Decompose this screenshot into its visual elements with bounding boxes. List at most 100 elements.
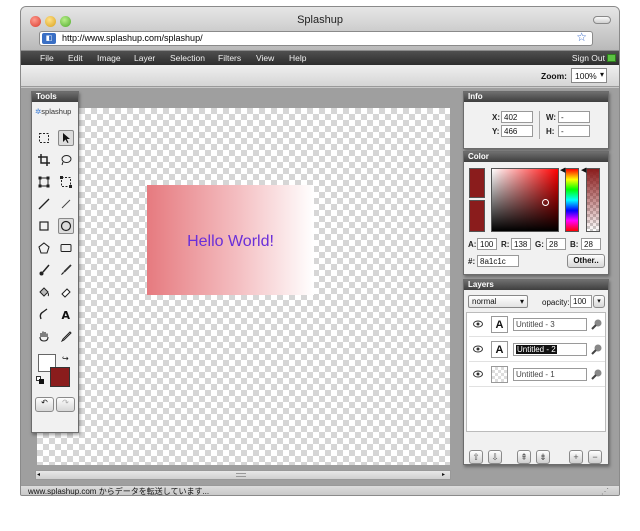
eyedropper-tool[interactable] <box>58 328 74 344</box>
selection-transform-tool[interactable] <box>58 174 74 190</box>
chevron-down-icon: ▾ <box>599 70 604 79</box>
redo-button[interactable]: ↷ <box>56 397 75 412</box>
saturation-brightness-picker[interactable] <box>491 168 559 232</box>
move-layer-top-button[interactable]: ⇧ <box>469 450 483 464</box>
layer-options-icon[interactable] <box>591 318 603 330</box>
zoom-label: Zoom: <box>541 71 567 81</box>
add-layer-button[interactable]: + <box>569 450 583 464</box>
menu-file[interactable]: File <box>40 53 54 63</box>
delete-layer-button[interactable]: − <box>588 450 602 464</box>
other-colors-button[interactable]: Other.. <box>567 254 605 268</box>
swap-colors-icon[interactable]: ↪ <box>62 354 69 363</box>
menu-filters[interactable]: Filters <box>218 53 241 63</box>
pointer-tool[interactable] <box>58 130 74 146</box>
layer-name[interactable]: Untitled - 3 <box>513 318 587 331</box>
w-label: W: <box>546 113 557 122</box>
layer-thumbnail: A <box>491 316 508 333</box>
picker-handle[interactable] <box>542 199 549 206</box>
canvas-text[interactable]: Hello World! <box>147 233 314 251</box>
eraser-tool[interactable] <box>58 284 74 300</box>
visibility-eye-icon[interactable] <box>473 320 483 328</box>
scroll-right-icon[interactable]: ▸ <box>442 472 449 478</box>
rounded-rectangle-tool[interactable] <box>58 240 74 256</box>
paintbrush-tool[interactable] <box>58 262 74 278</box>
resize-grip-icon[interactable]: ⋰ <box>601 486 609 495</box>
menu-image[interactable]: Image <box>97 53 121 63</box>
info-panel: Info X: 402 Y: 466 W: - H: - <box>463 91 609 149</box>
opacity-label: opacity: <box>542 298 570 307</box>
horizontal-scrollbar[interactable]: ◂ ▸ <box>35 470 451 480</box>
url-text[interactable]: http://www.splashup.com/splashup/ <box>62 33 203 43</box>
hue-slider[interactable] <box>565 168 579 232</box>
hex-input[interactable]: 8a1c1c <box>477 255 519 267</box>
image-canvas[interactable]: Hello World! <box>37 108 450 465</box>
alpha-label: A: <box>468 240 477 249</box>
previous-color-swatch[interactable] <box>469 200 485 232</box>
layer-row[interactable]: A Untitled - 3 <box>469 313 605 337</box>
layer-name-selected-text: Untitled - 2 <box>516 345 557 354</box>
default-colors-icon[interactable] <box>36 376 44 384</box>
green-input[interactable]: 28 <box>546 238 566 250</box>
layer-options-icon[interactable] <box>591 368 603 380</box>
toolbar-toggle-button[interactable] <box>593 16 611 24</box>
transform-tool[interactable] <box>36 174 52 190</box>
line-tool[interactable] <box>36 196 52 212</box>
alpha-slider-arrow-icon[interactable]: ◀ <box>581 166 586 174</box>
rectangle-tool[interactable] <box>36 218 52 234</box>
move-layer-down-button[interactable]: ⇟ <box>536 450 550 464</box>
visibility-eye-icon[interactable] <box>473 345 483 353</box>
move-layer-up-button[interactable]: ⇞ <box>517 450 531 464</box>
menu-help[interactable]: Help <box>289 53 306 63</box>
undo-icon: ↶ <box>41 398 48 407</box>
undo-button[interactable]: ↶ <box>35 397 54 412</box>
address-bar[interactable]: ◧ http://www.splashup.com/splashup/ ☆ <box>39 30 593 46</box>
scroll-grip-icon[interactable] <box>236 473 246 477</box>
alpha-slider[interactable] <box>586 168 600 232</box>
bookmark-star-icon[interactable]: ☆ <box>576 30 587 44</box>
ellipse-tool[interactable] <box>58 218 74 234</box>
hue-slider-arrow-icon[interactable]: ◀ <box>560 166 565 174</box>
sign-out-icon[interactable] <box>607 54 616 62</box>
polygon-tool[interactable] <box>36 240 52 256</box>
layers-panel: Layers normal ▾ opacity: 100 ▾ A Untitle… <box>463 279 609 465</box>
zoom-select[interactable]: 100% ▾ <box>571 68 607 83</box>
lasso-tool[interactable] <box>58 152 74 168</box>
layer-row[interactable]: Untitled - 1 <box>469 363 605 387</box>
foreground-color-swatch[interactable] <box>50 367 70 387</box>
marquee-tool[interactable] <box>36 130 52 146</box>
layer-row-selected[interactable]: A Untitled - 2 <box>469 338 605 362</box>
layer-options-icon[interactable] <box>591 343 603 355</box>
layer-thumbnail: A <box>491 341 508 358</box>
move-layer-bottom-button[interactable]: ⇩ <box>488 450 502 464</box>
color-panel-title[interactable]: Color <box>464 152 608 162</box>
pencil-tool[interactable] <box>58 196 74 212</box>
layer-name-input[interactable]: Untitled - 2 <box>513 343 587 356</box>
brush-tool[interactable] <box>36 262 52 278</box>
hand-tool[interactable] <box>36 328 52 344</box>
info-panel-title[interactable]: Info <box>464 92 608 102</box>
opacity-dropdown-button[interactable]: ▾ <box>593 295 605 308</box>
layers-panel-title[interactable]: Layers <box>464 280 608 290</box>
smudge-tool[interactable] <box>36 306 52 322</box>
layer-name[interactable]: Untitled - 1 <box>513 368 587 381</box>
text-tool[interactable]: A <box>58 306 74 322</box>
x-label: X: <box>492 113 500 122</box>
blue-input[interactable]: 28 <box>581 238 601 250</box>
menu-view[interactable]: View <box>256 53 274 63</box>
scroll-left-icon[interactable]: ◂ <box>37 472 44 478</box>
status-bar: www.splashup.com からデータを転送しています... ⋰ <box>21 485 619 495</box>
gradient-layer[interactable]: Hello World! <box>147 185 314 295</box>
crop-tool[interactable] <box>36 152 52 168</box>
blend-mode-select[interactable]: normal ▾ <box>468 295 528 308</box>
red-input[interactable]: 138 <box>511 238 531 250</box>
tools-panel-title[interactable]: Tools <box>32 92 78 102</box>
menu-selection[interactable]: Selection <box>170 53 205 63</box>
visibility-eye-icon[interactable] <box>473 370 483 378</box>
menu-layer[interactable]: Layer <box>134 53 155 63</box>
opacity-input[interactable]: 100 <box>570 295 592 308</box>
menu-edit[interactable]: Edit <box>68 53 83 63</box>
browser-window: Splashup ◧ http://www.splashup.com/splas… <box>20 6 620 496</box>
alpha-input[interactable]: 100 <box>477 238 497 250</box>
sign-out-link[interactable]: Sign Out <box>572 53 605 63</box>
paint-bucket-tool[interactable] <box>36 284 52 300</box>
